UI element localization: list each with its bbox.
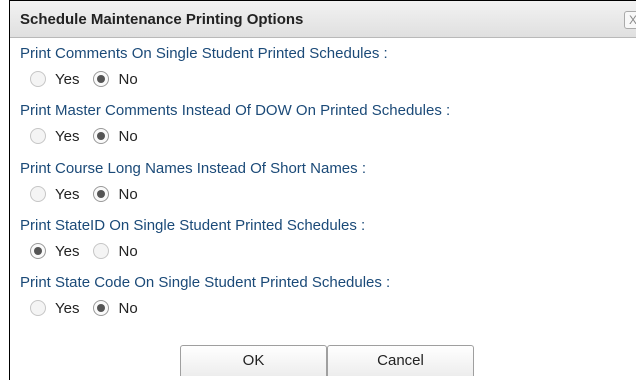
radio-no-print-course-long-names[interactable] [93,186,110,202]
cancel-button[interactable]: Cancel [327,345,474,376]
radio-group-print-master-comments: Yes No [30,126,152,146]
radio-yes-print-master-comments[interactable] [30,128,46,144]
radio-yes-print-state-code[interactable] [30,300,46,316]
close-icon: X [628,13,636,27]
radio-no-label[interactable]: No [118,300,137,317]
radio-group-print-course-long-names: Yes No [30,184,152,204]
radio-no-label[interactable]: No [118,71,137,88]
radio-no-label[interactable]: No [118,128,137,145]
ok-button[interactable]: OK [180,345,327,376]
option-label-print-comments: Print Comments On Single Student Printed… [20,45,388,62]
option-label-print-stateid: Print StateID On Single Student Printed … [20,217,366,234]
radio-yes-label[interactable]: Yes [55,71,79,88]
radio-yes-label[interactable]: Yes [55,243,79,260]
radio-no-print-stateid[interactable] [93,243,110,259]
radio-no-print-master-comments[interactable] [93,128,110,144]
radio-yes-label[interactable]: Yes [55,128,79,145]
close-button[interactable]: X [624,11,636,29]
radio-yes-print-comments[interactable] [30,71,46,87]
option-label-print-course-long-names: Print Course Long Names Instead Of Short… [20,160,366,177]
option-label-print-state-code: Print State Code On Single Student Print… [20,274,391,291]
dialog-title: Schedule Maintenance Printing Options [20,11,304,28]
radio-yes-print-course-long-names[interactable] [30,186,46,202]
radio-yes-print-stateid[interactable] [30,243,46,259]
radio-group-print-state-code: Yes No [30,298,152,318]
option-label-print-master-comments: Print Master Comments Instead Of DOW On … [20,102,451,119]
radio-group-print-stateid: Yes No [30,241,152,261]
radio-no-print-state-code[interactable] [93,300,110,316]
radio-group-print-comments: Yes No [30,69,152,89]
radio-no-print-comments[interactable] [93,71,110,87]
radio-no-label[interactable]: No [118,186,137,203]
radio-no-label[interactable]: No [118,243,137,260]
dialog-titlebar: Schedule Maintenance Printing Options X [10,1,636,38]
printing-options-dialog: Schedule Maintenance Printing Options X … [9,0,636,380]
radio-yes-label[interactable]: Yes [55,300,79,317]
radio-yes-label[interactable]: Yes [55,186,79,203]
